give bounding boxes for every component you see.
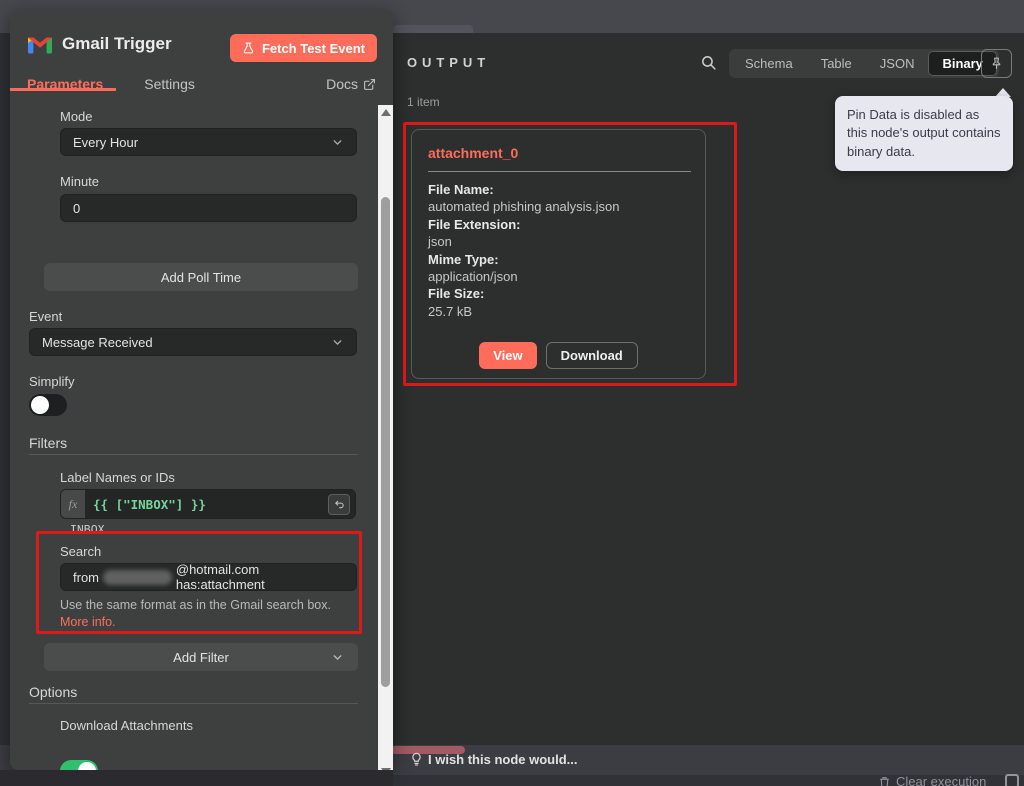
file-size-value: 25.7 kB (428, 303, 620, 320)
scrollbar-thumb[interactable] (381, 197, 390, 687)
mime-type-label: Mime Type: (428, 251, 620, 268)
filters-section-label: Filters (29, 435, 67, 451)
binary-data-card: attachment_0 File Name: automated phishi… (411, 129, 706, 379)
fetch-test-event-button[interactable]: Fetch Test Event (230, 34, 377, 62)
external-link-icon (363, 78, 376, 91)
event-label: Event (29, 309, 62, 324)
wish-node-input[interactable]: I wish this node would... (428, 752, 578, 767)
view-button[interactable]: View (479, 342, 536, 369)
minute-input[interactable]: 0 (60, 194, 357, 222)
tab-settings[interactable]: Settings (144, 76, 195, 92)
trash-icon (878, 775, 891, 786)
download-attachments-label: Download Attachments (60, 718, 193, 733)
options-section-label: Options (29, 684, 77, 700)
redacted-email-blur (103, 570, 172, 585)
download-button[interactable]: Download (546, 342, 638, 369)
chat-widget-icon[interactable] (1005, 774, 1019, 786)
pin-icon (989, 56, 1004, 71)
options-divider (29, 703, 358, 704)
chevron-down-icon (331, 651, 344, 664)
search-query-input[interactable]: from @hotmail.com has:attachment (60, 563, 357, 591)
expression-resolved-preview: INBOX (70, 524, 105, 537)
label-names-expression-field[interactable]: fx {{ ["INBOX"] }} (60, 489, 356, 519)
mode-label: Mode (60, 109, 93, 124)
search-label: Search (60, 544, 101, 559)
fx-prefix: fx (61, 490, 85, 518)
canvas-left-strip (0, 33, 10, 770)
add-poll-time-button[interactable]: Add Poll Time (44, 263, 358, 291)
search-help-text: Use the same format as in the Gmail sear… (60, 598, 331, 612)
bottom-left-backdrop (0, 770, 393, 786)
pin-data-button[interactable] (981, 49, 1012, 78)
file-name-value: automated phishing analysis.json (428, 198, 620, 215)
file-size-label: File Size: (428, 285, 620, 302)
expression-value[interactable]: {{ ["INBOX"] }} (93, 497, 206, 512)
panel-scrollbar[interactable] (378, 105, 393, 780)
clear-execution-button[interactable]: Clear execution (878, 774, 986, 786)
n8n-node-details-view: I wish this node would... Clear executio… (0, 0, 1024, 786)
search-icon[interactable] (700, 54, 717, 71)
event-select[interactable]: Message Received (29, 328, 357, 356)
expression-reset-button[interactable] (328, 494, 350, 515)
mode-select[interactable]: Every Hour (60, 128, 357, 156)
chevron-down-icon (331, 136, 344, 149)
gmail-trigger-panel: Gmail Trigger Fetch Test Event Parameter… (10, 10, 393, 770)
file-name-label: File Name: (428, 181, 620, 198)
tab-docs[interactable]: Docs (326, 76, 376, 92)
flask-icon (242, 41, 255, 55)
binary-key: attachment_0 (428, 145, 518, 161)
binary-card-divider (428, 171, 691, 172)
pin-disabled-tooltip: Pin Data is disabled as this node's outp… (835, 96, 1013, 171)
chevron-down-icon (331, 336, 344, 349)
more-info-link[interactable]: More info. (60, 615, 116, 629)
tab-json[interactable]: JSON (866, 51, 929, 76)
tab-schema[interactable]: Schema (731, 51, 807, 76)
minute-label: Minute (60, 174, 99, 189)
output-items-count: 1 item (407, 95, 440, 109)
filters-divider (29, 454, 358, 455)
output-panel-title: OUTPUT (407, 55, 490, 70)
file-extension-label: File Extension: (428, 216, 620, 233)
label-names-label: Label Names or IDs (60, 470, 175, 485)
node-title: Gmail Trigger (62, 34, 172, 54)
active-tab-underline (10, 88, 116, 91)
simplify-label: Simplify (29, 374, 75, 389)
mime-type-value: application/json (428, 268, 620, 285)
gmail-icon (28, 35, 52, 54)
add-filter-button[interactable]: Add Filter (44, 643, 358, 671)
canvas-top-tab (393, 25, 473, 33)
output-view-tabs: Schema Table JSON Binary (729, 49, 999, 78)
simplify-toggle[interactable] (29, 394, 67, 416)
file-extension-value: json (428, 233, 620, 250)
tab-table[interactable]: Table (807, 51, 866, 76)
lightbulb-icon (409, 751, 424, 767)
binary-file-metadata: File Name: automated phishing analysis.j… (428, 181, 620, 320)
scroll-up-arrow[interactable] (381, 109, 391, 116)
